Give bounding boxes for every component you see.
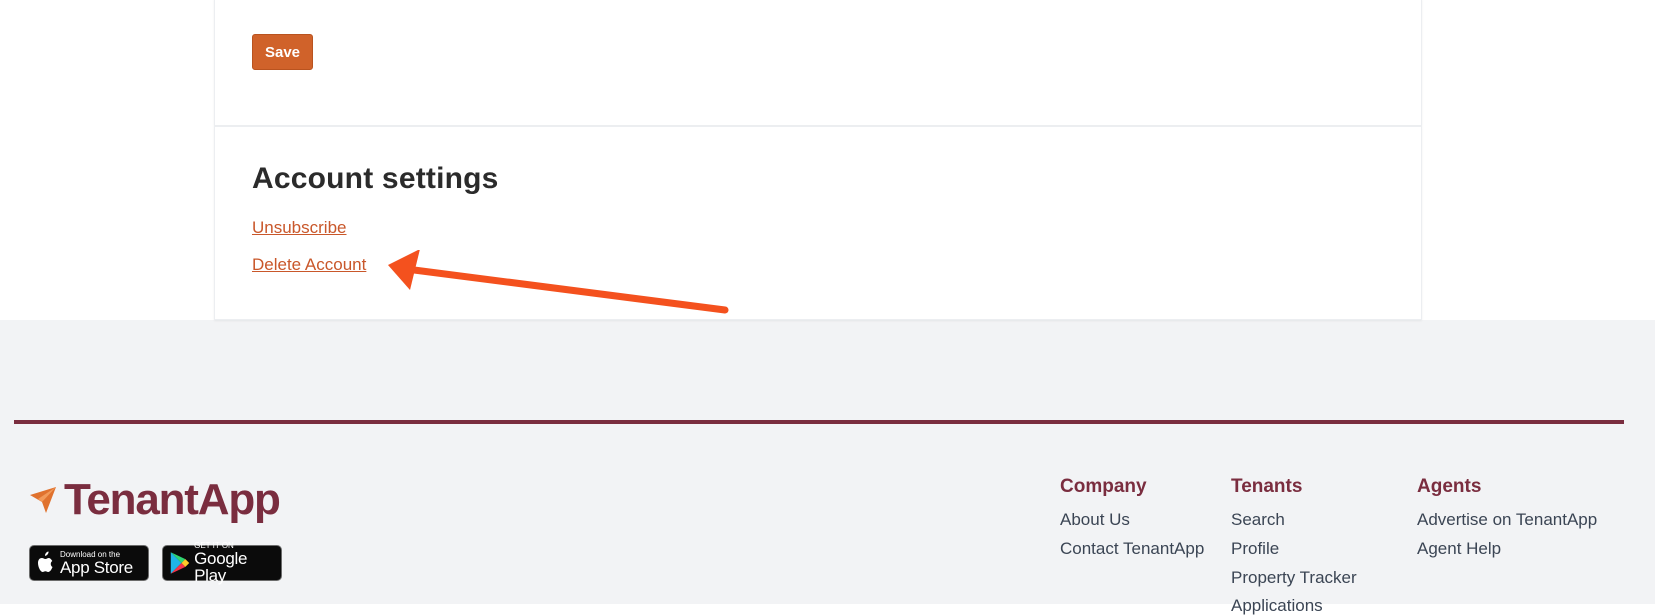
- footer-link-about-us[interactable]: About Us: [1060, 510, 1130, 530]
- google-play-icon: [170, 552, 190, 574]
- footer-link-contact[interactable]: Contact TenantApp: [1060, 539, 1204, 559]
- footer-heading-agents: Agents: [1417, 476, 1482, 497]
- footer-heading-company: Company: [1060, 476, 1147, 497]
- profile-form-card: [214, 0, 1422, 126]
- tenantapp-logo[interactable]: TenantApp: [28, 475, 281, 524]
- google-play-badge[interactable]: GET IT ON Google Play: [162, 542, 282, 585]
- account-settings-title: Account settings: [252, 162, 499, 195]
- footer-divider: [14, 420, 1624, 424]
- unsubscribe-link[interactable]: Unsubscribe: [252, 218, 347, 238]
- footer-link-property-tracker[interactable]: Property Tracker: [1231, 568, 1357, 588]
- paper-plane-icon: [30, 487, 56, 513]
- footer-link-agent-help[interactable]: Agent Help: [1417, 539, 1501, 559]
- app-store-big-text: App Store: [60, 557, 133, 577]
- footer-link-advertise[interactable]: Advertise on TenantApp: [1417, 510, 1597, 530]
- app-store-badge[interactable]: Download on the App Store: [29, 545, 149, 581]
- footer-link-profile[interactable]: Profile: [1231, 539, 1279, 559]
- footer-link-search[interactable]: Search: [1231, 510, 1285, 530]
- google-play-big-text: Google Play: [194, 549, 248, 585]
- footer-link-applications[interactable]: Applications: [1231, 596, 1323, 616]
- footer-heading-tenants: Tenants: [1231, 476, 1303, 497]
- save-button[interactable]: Save: [252, 34, 313, 70]
- annotation-arrow-icon: [388, 250, 729, 314]
- delete-account-link[interactable]: Delete Account: [252, 255, 366, 275]
- apple-icon: [38, 551, 53, 572]
- brand-name: TenantApp: [64, 475, 281, 524]
